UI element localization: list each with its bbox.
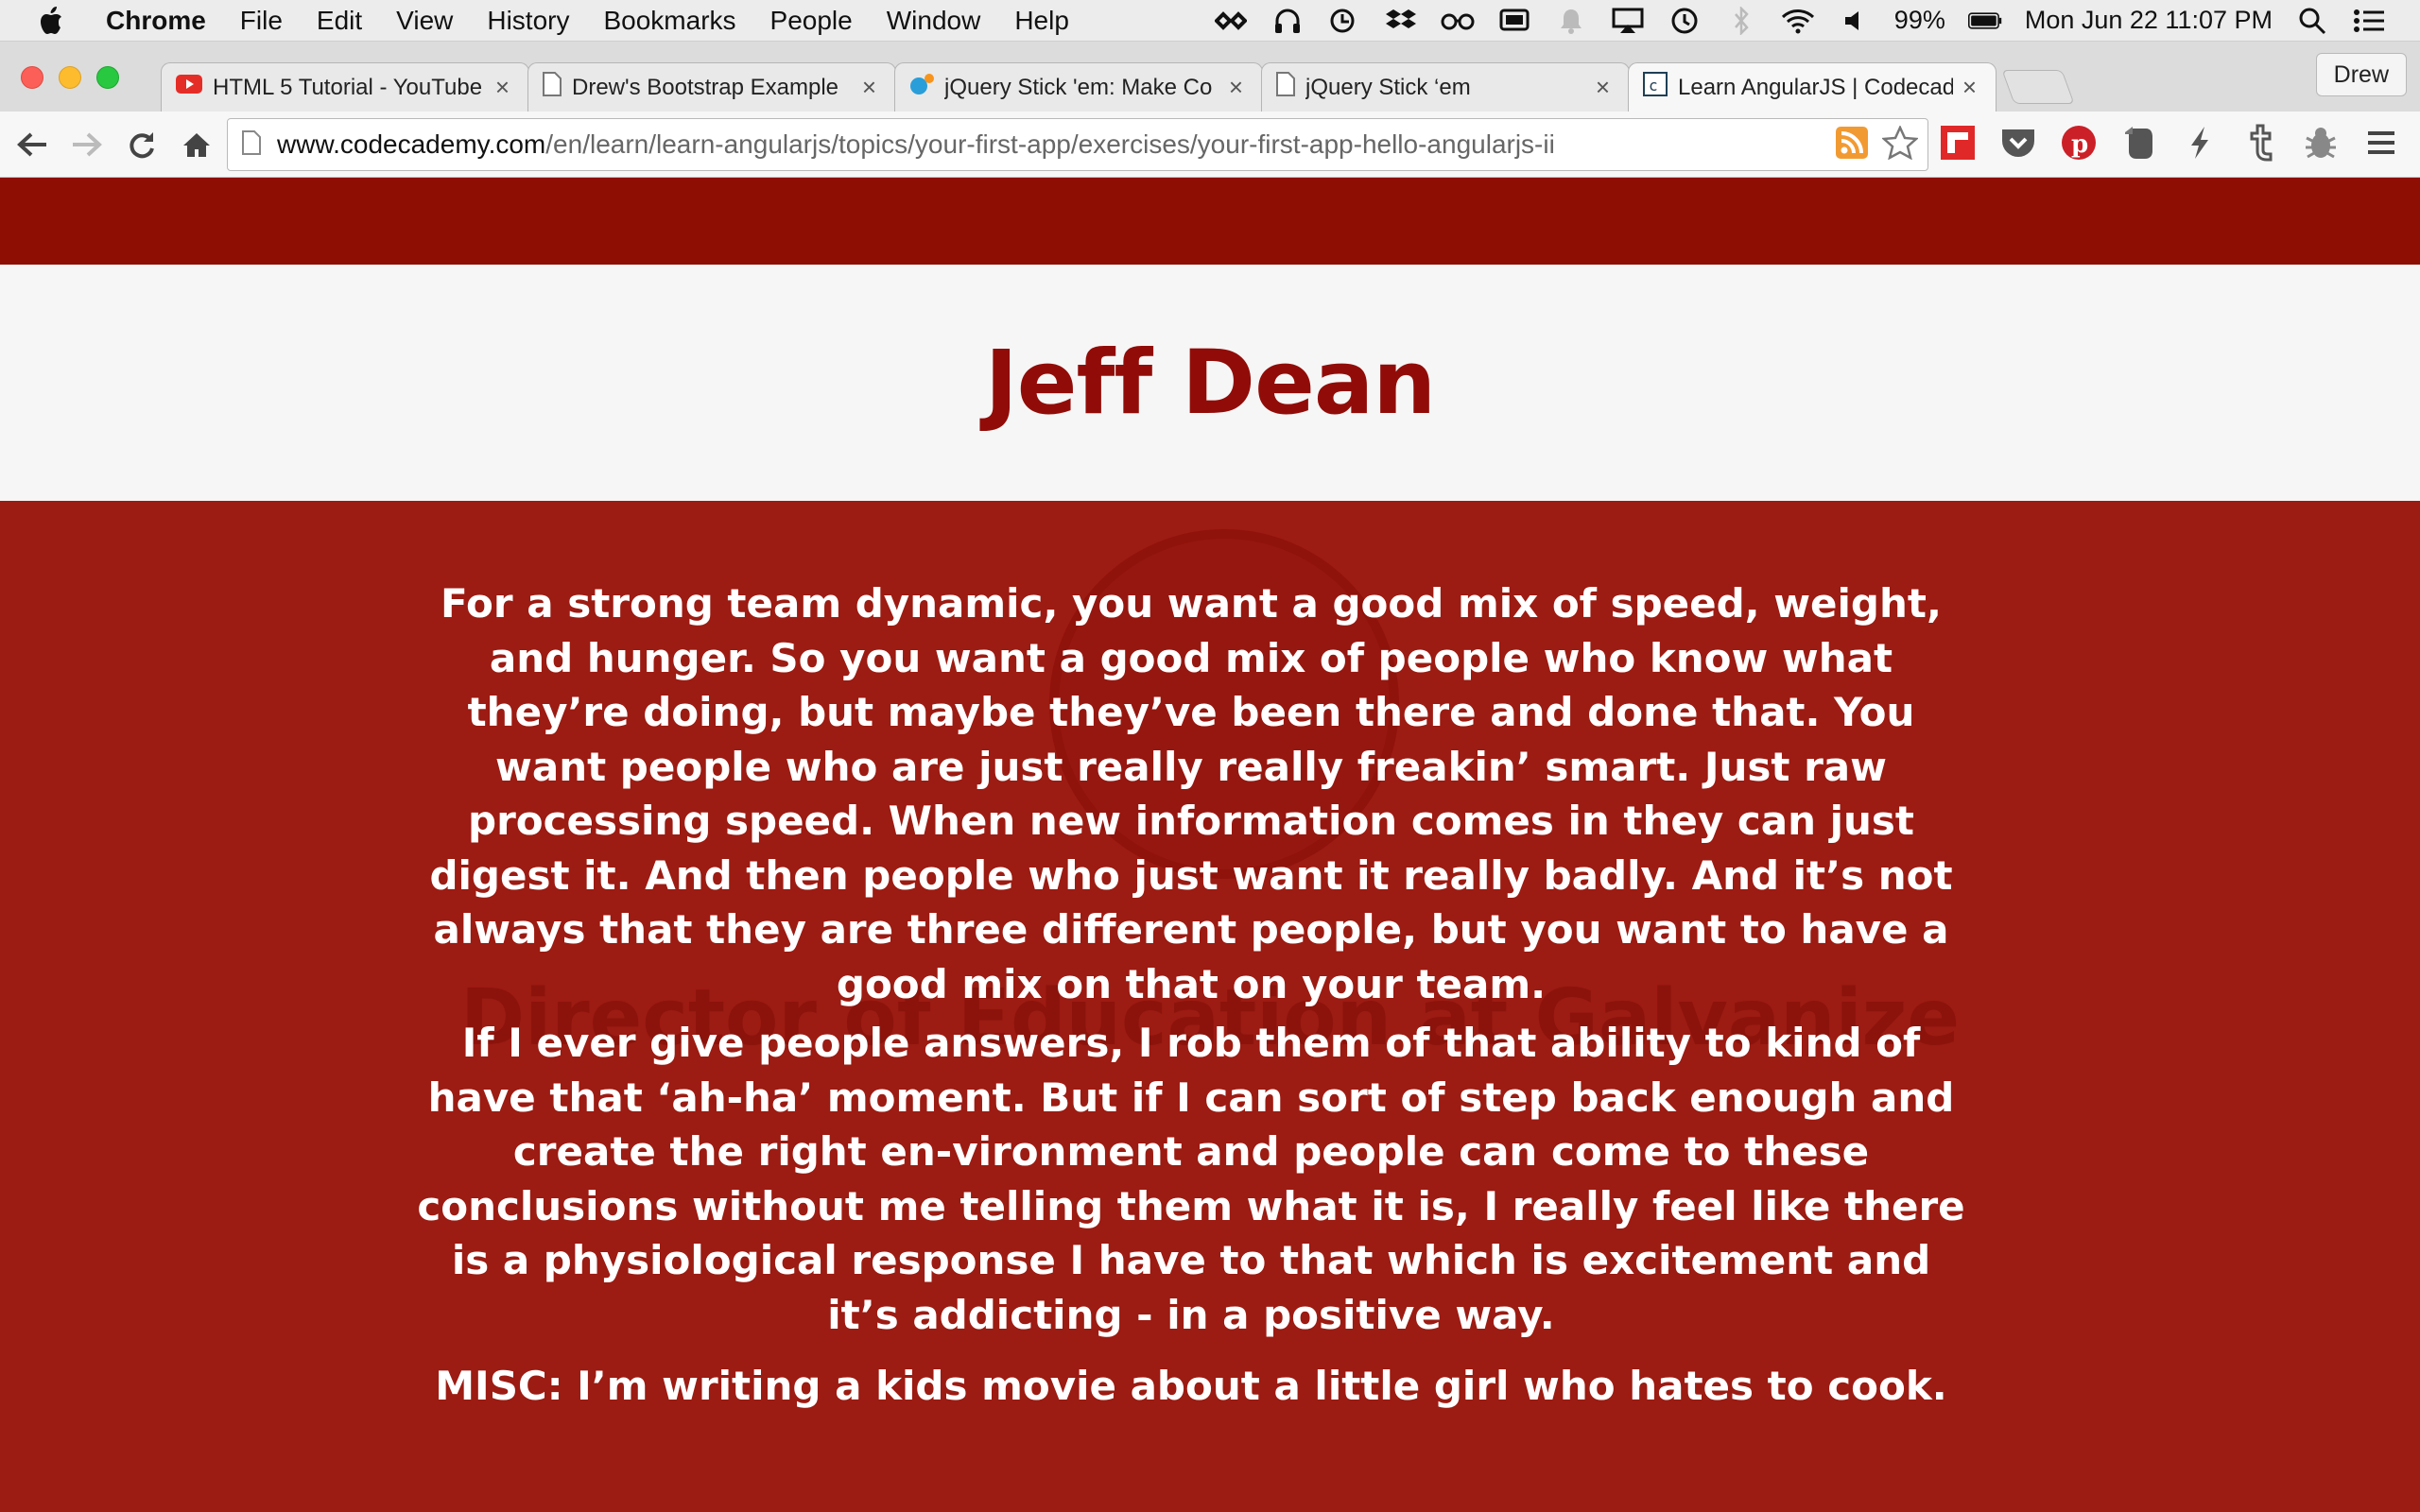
tab-close-icon[interactable]: × (1962, 73, 1977, 102)
tab-close-icon[interactable]: × (1596, 73, 1610, 102)
page-icon (1275, 71, 1296, 104)
url-host: www.codecademy.com (277, 129, 546, 159)
rss-icon[interactable] (1835, 126, 1869, 164)
menu-help[interactable]: Help (997, 6, 1086, 36)
tab-codecademy[interactable]: c Learn AngularJS | Codecad × (1628, 62, 1996, 112)
title-section: Jeff Dean (0, 265, 2420, 501)
reload-icon[interactable] (119, 122, 164, 167)
new-tab-button[interactable] (2001, 70, 2075, 104)
time-machine-icon[interactable] (1668, 4, 1702, 38)
pinterest-icon[interactable]: p (2059, 121, 2099, 164)
window-controls (21, 66, 119, 89)
browser-toolbar: www.codecademy.com/en/learn/learn-angula… (0, 112, 2420, 178)
evernote-icon[interactable] (2119, 121, 2159, 164)
flipboard-icon[interactable] (1938, 121, 1978, 164)
pocket-icon[interactable] (1998, 121, 2038, 164)
menu-window[interactable]: Window (870, 6, 998, 36)
jquery-icon (908, 73, 935, 102)
apple-icon[interactable] (23, 6, 79, 35)
tab-youtube[interactable]: HTML 5 Tutorial - YouTube × (161, 62, 529, 112)
tab-jquery-stick[interactable]: jQuery Stick ‘em × (1261, 62, 1630, 112)
back-arrow-icon[interactable] (9, 122, 55, 167)
menu-edit[interactable]: Edit (300, 6, 379, 36)
screen-icon[interactable] (1497, 4, 1531, 38)
profile-name: Jeff Dean (984, 331, 1436, 435)
volume-icon[interactable] (1838, 4, 1872, 38)
bluetooth-icon[interactable] (1724, 4, 1758, 38)
menu-app-name[interactable]: Chrome (79, 6, 223, 36)
battery-percentage: 99% (1893, 6, 1945, 34)
bug-icon[interactable] (2301, 121, 2341, 164)
extensions-bar: p (1938, 121, 2401, 164)
tab-label: Drew's Bootstrap Example (572, 74, 839, 100)
tab-strip: HTML 5 Tutorial - YouTube × Drew's Boots… (0, 42, 2420, 112)
dropbox-icon[interactable] (1384, 4, 1418, 38)
web-page: Jeff Dean Director of Education at Galva… (0, 178, 2420, 1512)
codecademy-icon: c (1642, 71, 1668, 104)
misc-note: MISC: I’m writing a kids movie about a l… (435, 1363, 1947, 1409)
wifi-icon[interactable] (1781, 4, 1815, 38)
menu-history[interactable]: History (470, 6, 586, 36)
notification-bell-icon[interactable] (1554, 4, 1588, 38)
menu-clock[interactable]: Mon Jun 22 11:07 PM (2025, 6, 2273, 35)
tab-bootstrap[interactable]: Drew's Bootstrap Example × (527, 62, 896, 112)
bookmark-star-icon[interactable] (1880, 124, 1920, 164)
tab-close-icon[interactable]: × (862, 73, 876, 102)
quote-section: Director of Education at Galvanize For a… (0, 501, 2420, 1512)
menu-view[interactable]: View (379, 6, 470, 36)
page-icon (241, 129, 262, 161)
tab-label: Learn AngularJS | Codecad (1678, 74, 1953, 100)
lightning-icon[interactable] (2180, 121, 2220, 164)
tumblr-icon[interactable] (2240, 121, 2280, 164)
sync-cloud-icon[interactable] (1327, 4, 1361, 38)
home-icon[interactable] (174, 122, 219, 167)
airplay-icon[interactable] (1611, 4, 1645, 38)
tab-label: jQuery Stick 'em: Make Co (944, 74, 1213, 100)
spotlight-search-icon[interactable] (2295, 4, 2329, 38)
profile-button[interactable]: Drew (2315, 53, 2407, 96)
chrome-menu-icon[interactable] (2361, 121, 2401, 164)
headphones-icon[interactable] (1270, 4, 1305, 38)
tab-label: jQuery Stick ‘em (1305, 74, 1471, 100)
youtube-icon (175, 74, 203, 101)
url-text[interactable]: www.codecademy.com/en/learn/learn-angula… (277, 129, 1555, 160)
close-window-button[interactable] (21, 66, 43, 89)
url-path: /en/learn/learn-angularjs/topics/your-fi… (545, 129, 1555, 159)
tab-close-icon[interactable]: × (1229, 73, 1243, 102)
minimize-window-button[interactable] (59, 66, 81, 89)
tab-list: HTML 5 Tutorial - YouTube × Drew's Boots… (161, 62, 2075, 112)
link-chain-icon[interactable] (1214, 4, 1248, 38)
glasses-icon[interactable] (1441, 4, 1475, 38)
zoom-window-button[interactable] (96, 66, 119, 89)
tab-label: HTML 5 Tutorial - YouTube (213, 74, 483, 100)
top-banner (0, 178, 2420, 265)
tab-close-icon[interactable]: × (495, 73, 510, 102)
menu-bar: Chrome File Edit View History Bookmarks … (0, 0, 2420, 42)
quote-paragraph-2: If I ever give people answers, I rob the… (417, 1020, 1965, 1338)
tab-jquery-make[interactable]: jQuery Stick 'em: Make Co × (894, 62, 1263, 112)
svg-text:c: c (1649, 77, 1658, 94)
battery-icon[interactable] (1967, 4, 2002, 38)
svg-text:p: p (2071, 130, 2088, 159)
page-icon (542, 71, 562, 104)
menu-people[interactable]: People (753, 6, 870, 36)
menu-bookmarks[interactable]: Bookmarks (586, 6, 752, 36)
notification-center-icon[interactable] (2352, 4, 2386, 38)
quote-paragraph-1: For a strong team dynamic, you want a go… (429, 580, 1953, 1007)
address-bar[interactable]: www.codecademy.com/en/learn/learn-angula… (227, 118, 1928, 171)
menu-file[interactable]: File (223, 6, 300, 36)
forward-arrow-icon[interactable] (64, 122, 110, 167)
